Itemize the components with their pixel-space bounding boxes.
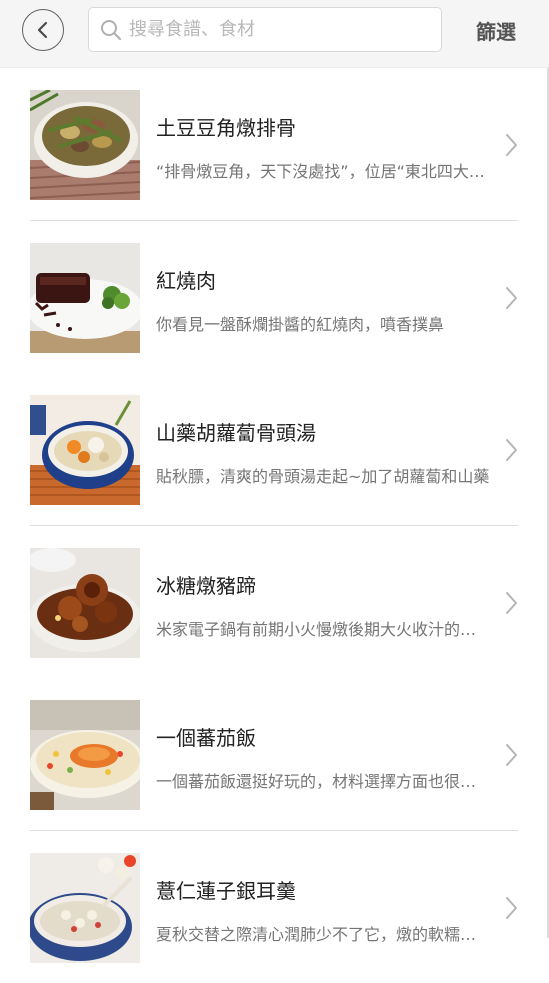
recipe-title: 土豆豆角燉排骨 (156, 112, 296, 141)
back-button[interactable] (22, 9, 64, 51)
recipe-description: 米家電子鍋有前期小火慢燉後期大火收汁的功能 (156, 616, 490, 640)
recipe-item[interactable]: 一個蕃茄飯 一個蕃茄飯還挺好玩的，材料選擇方面也很簡單 (0, 678, 547, 831)
recipe-description: “排骨燉豆角，天下沒處找”，位居“東北四大燉”之一的豆角燉排骨 (156, 158, 490, 182)
recipe-item[interactable]: 土豆豆角燉排骨 “排骨燉豆角，天下沒處找”，位居“東北四大燉”之一的豆角燉排骨 (0, 68, 547, 221)
search-icon (99, 18, 123, 42)
recipe-title: 冰糖燉豬蹄 (156, 570, 256, 599)
chevron-left-icon (35, 20, 51, 40)
search-input[interactable] (129, 19, 419, 40)
recipe-list: 土豆豆角燉排骨 “排骨燉豆角，天下沒處找”，位居“東北四大燉”之一的豆角燉排骨 (0, 68, 547, 983)
recipe-description: 一個蕃茄飯還挺好玩的，材料選擇方面也很簡單 (156, 768, 490, 792)
recipe-title: 紅燒肉 (156, 265, 216, 294)
top-bar: 篩選 (0, 0, 549, 68)
recipe-thumbnail (30, 243, 140, 353)
filter-button[interactable]: 篩選 (466, 14, 526, 46)
recipe-title: 一個蕃茄飯 (156, 722, 256, 751)
recipe-description: 你看見一盤酥爛掛醬的紅燒肉，噴香撲鼻 (156, 311, 490, 335)
recipe-title: 薏仁蓮子銀耳羹 (156, 875, 296, 904)
recipe-thumbnail (30, 395, 140, 505)
recipe-thumbnail (30, 548, 140, 658)
recipe-item[interactable]: 山藥胡蘿蔔骨頭湯 貼秋膘，清爽的骨頭湯走起~加了胡蘿蔔和山藥 (0, 373, 547, 526)
recipe-item[interactable]: 薏仁蓮子銀耳羹 夏秋交替之際清心潤肺少不了它，燉的軟糯香甜 (0, 831, 547, 983)
recipe-thumbnail (30, 853, 140, 963)
chevron-right-icon (502, 742, 520, 768)
chevron-right-icon (502, 132, 520, 158)
recipe-thumbnail (30, 700, 140, 810)
recipe-item[interactable]: 紅燒肉 你看見一盤酥爛掛醬的紅燒肉，噴香撲鼻 (0, 221, 547, 374)
recipe-title: 山藥胡蘿蔔骨頭湯 (156, 417, 316, 446)
chevron-right-icon (502, 437, 520, 463)
chevron-right-icon (502, 590, 520, 616)
recipe-thumbnail (30, 90, 140, 200)
recipe-description: 夏秋交替之際清心潤肺少不了它，燉的軟糯香甜 (156, 921, 490, 945)
chevron-right-icon (502, 285, 520, 311)
recipe-description: 貼秋膘，清爽的骨頭湯走起~加了胡蘿蔔和山藥 (156, 463, 490, 487)
search-box[interactable] (88, 7, 442, 52)
recipe-item[interactable]: 冰糖燉豬蹄 米家電子鍋有前期小火慢燉後期大火收汁的功能 (0, 526, 547, 679)
chevron-right-icon (502, 895, 520, 921)
